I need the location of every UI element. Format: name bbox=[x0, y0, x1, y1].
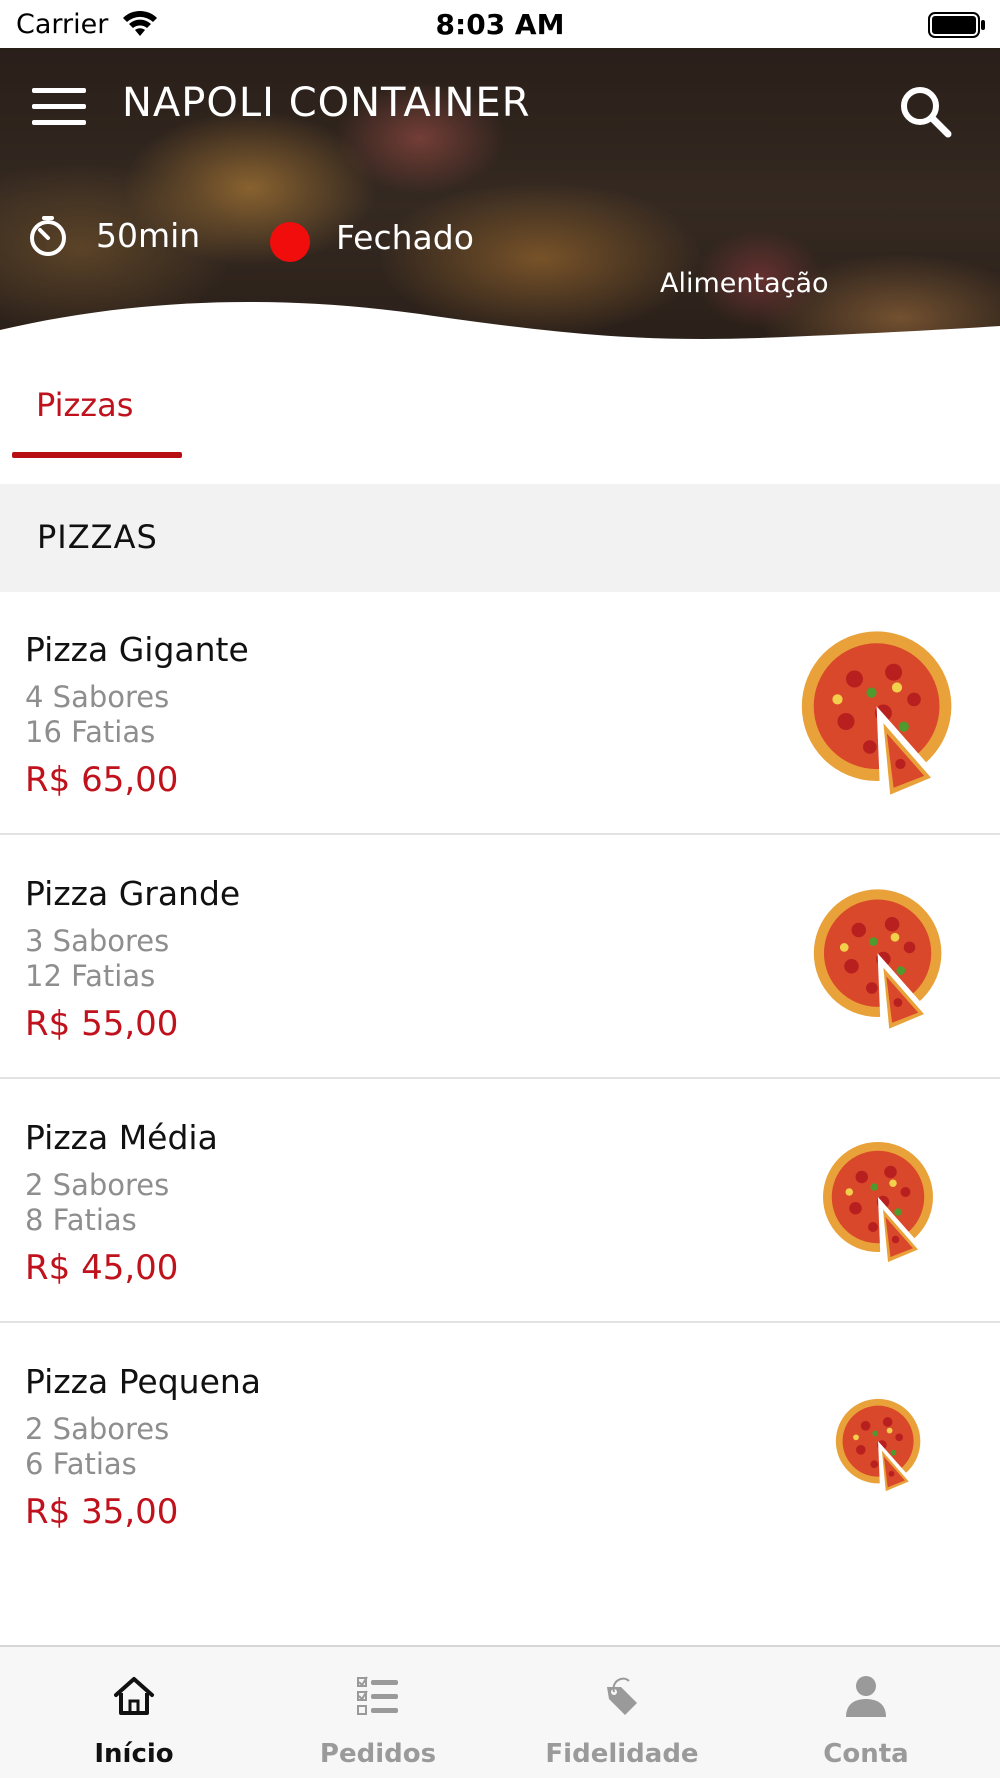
pizza-icon bbox=[801, 631, 952, 795]
header-wave-divider bbox=[0, 302, 1000, 364]
store-header: NAPOLI CONTAINER 50min Fechado Alimentaç… bbox=[0, 48, 1000, 364]
product-flavors: 2 Sabores bbox=[25, 1168, 170, 1202]
bottom-navigation: Início Pedidos Fidelidade Conta bbox=[0, 1645, 1000, 1778]
battery-icon bbox=[928, 12, 985, 38]
order-list-icon bbox=[357, 1676, 398, 1715]
menu-button[interactable] bbox=[30, 84, 88, 130]
nav-item-fidelidade[interactable]: Fidelidade bbox=[497, 1647, 747, 1778]
user-icon bbox=[846, 1676, 886, 1717]
product-flavors: 3 Sabores bbox=[25, 924, 170, 958]
nav-label: Início bbox=[94, 1739, 174, 1769]
clock: 8:03 AM bbox=[435, 8, 565, 41]
delivery-time: 50min bbox=[96, 216, 201, 255]
product-price: R$ 35,00 bbox=[25, 1492, 179, 1532]
product-flavors: 4 Sabores bbox=[25, 680, 170, 714]
product-name: Pizza Gigante bbox=[25, 630, 249, 669]
store-status-indicator bbox=[270, 222, 310, 262]
category-tabs: Pizzas bbox=[0, 364, 1000, 462]
store-category: Alimentação bbox=[660, 268, 829, 299]
tab-pizzas[interactable]: Pizzas bbox=[12, 364, 182, 462]
nav-label: Fidelidade bbox=[545, 1739, 699, 1769]
section-title: PIZZAS bbox=[37, 518, 158, 556]
tab-label: Pizzas bbox=[36, 386, 134, 424]
product-name: Pizza Média bbox=[25, 1118, 218, 1157]
store-status-label: Fechado bbox=[336, 218, 474, 257]
product-slices: 12 Fatias bbox=[25, 959, 156, 993]
product-item[interactable]: Pizza Média 2 Sabores 8 Fatias R$ 45,00 bbox=[0, 1080, 1000, 1323]
product-price: R$ 45,00 bbox=[25, 1248, 179, 1288]
product-slices: 6 Fatias bbox=[25, 1447, 137, 1481]
pizza-icon bbox=[813, 889, 942, 1029]
product-item[interactable]: Pizza Grande 3 Sabores 12 Fatias R$ 55,0… bbox=[0, 836, 1000, 1079]
product-slices: 8 Fatias bbox=[25, 1203, 137, 1237]
product-item[interactable]: Pizza Gigante 4 Sabores 16 Fatias R$ 65,… bbox=[0, 592, 1000, 835]
pizza-icon bbox=[835, 1398, 921, 1492]
product-price: R$ 65,00 bbox=[25, 760, 179, 800]
nav-item-inicio[interactable]: Início bbox=[9, 1647, 259, 1778]
status-bar: Carrier 8:03 AM bbox=[0, 0, 1000, 48]
home-icon bbox=[114, 1677, 154, 1715]
nav-item-conta[interactable]: Conta bbox=[741, 1647, 991, 1778]
product-name: Pizza Pequena bbox=[25, 1362, 262, 1401]
product-item[interactable]: Pizza Pequena 2 Sabores 6 Fatias R$ 35,0… bbox=[0, 1324, 1000, 1567]
tab-active-indicator bbox=[12, 452, 182, 458]
store-name: NAPOLI CONTAINER bbox=[122, 80, 531, 126]
timer-icon bbox=[30, 216, 66, 256]
nav-item-pedidos[interactable]: Pedidos bbox=[253, 1647, 503, 1778]
product-name: Pizza Grande bbox=[25, 874, 241, 913]
product-flavors: 2 Sabores bbox=[25, 1412, 170, 1446]
product-slices: 16 Fatias bbox=[25, 715, 156, 749]
pizza-icon bbox=[823, 1142, 933, 1262]
nav-label: Pedidos bbox=[319, 1739, 437, 1769]
search-icon[interactable] bbox=[896, 82, 954, 140]
section-header: PIZZAS bbox=[0, 484, 1000, 592]
nav-label: Conta bbox=[823, 1739, 909, 1769]
tag-icon bbox=[607, 1677, 637, 1715]
product-price: R$ 55,00 bbox=[25, 1004, 179, 1044]
